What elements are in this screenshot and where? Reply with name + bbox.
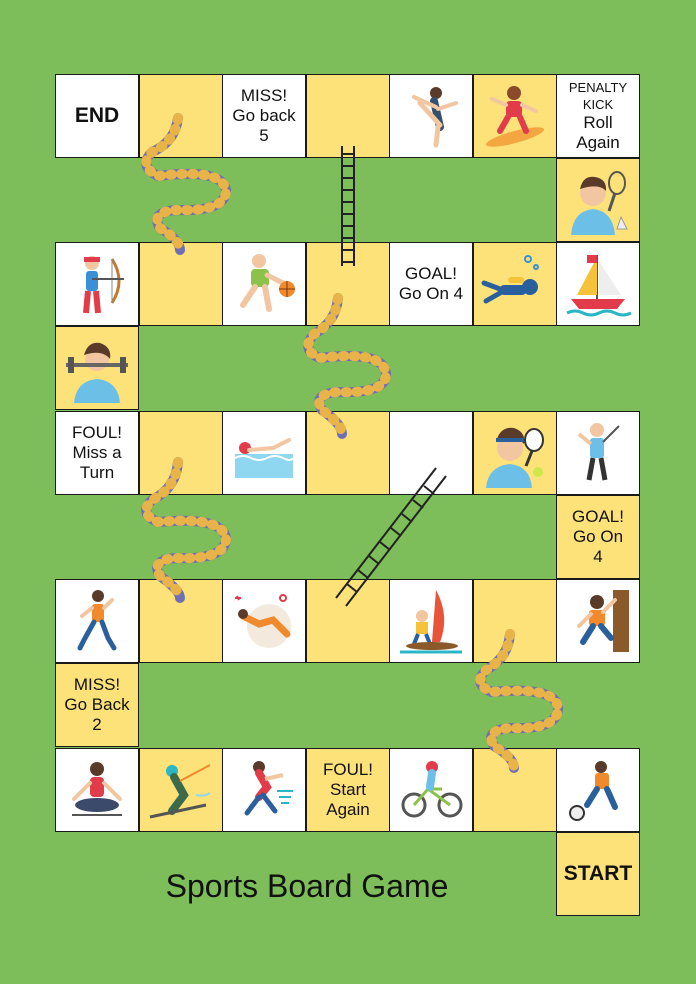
swimmer-square (222, 411, 306, 495)
scuba-square (473, 242, 557, 326)
gymnast-square (389, 74, 473, 158)
golfer-icon (577, 423, 620, 481)
weightlifter-square (55, 326, 139, 410)
board-square (306, 579, 390, 663)
foul-start-again-label: FOUL! Start Again (322, 760, 374, 819)
board-square (139, 579, 223, 663)
archer-icon (83, 256, 124, 314)
hockey-square (222, 748, 306, 832)
archer-square (55, 242, 139, 326)
penalty-kick-square: PENALTY KICK Roll Again (556, 74, 640, 158)
end-square: END (55, 74, 139, 158)
tennis-player-icon (486, 427, 544, 488)
gymnast-icon (412, 87, 458, 148)
yoga-square (55, 748, 139, 832)
foul-miss-a-turn-label: FOUL! Miss a Turn (71, 423, 123, 482)
golf-square (556, 411, 640, 495)
goal-go-on-4-square: GOAL! Go On 4 (389, 242, 473, 326)
board-square (139, 242, 223, 326)
soccer-player-icon (569, 761, 618, 821)
climber-square (556, 579, 640, 663)
basketball-square (222, 242, 306, 326)
skier-square (139, 748, 223, 832)
miss-go-back-5-square: MISS! Go back 5 (222, 74, 306, 158)
badminton-player-icon (571, 171, 628, 235)
board-square (306, 411, 390, 495)
penalty-kick-label: PENALTY KICK (568, 80, 628, 112)
foul-start-again-square: FOUL! Start Again (306, 748, 390, 832)
runner-square (55, 579, 139, 663)
board-square (473, 748, 557, 832)
diver-icon (235, 594, 291, 648)
board-square (389, 411, 473, 495)
sailboat-icon (566, 255, 632, 317)
board-square (139, 411, 223, 495)
miss-go-back-2-label: MISS! Go Back 2 (64, 675, 130, 734)
board-square (306, 242, 390, 326)
board-square (139, 74, 223, 158)
sailboat-square (556, 242, 640, 326)
weightlifter-icon (66, 342, 128, 403)
foul-miss-a-turn-square: FOUL! Miss a Turn (55, 411, 139, 495)
goal-go-on-4-label: GOAL! Go On 4 (572, 507, 624, 566)
runner-icon (77, 590, 117, 651)
miss-go-back-2-square: MISS! Go Back 2 (55, 663, 139, 747)
soccer-square (556, 748, 640, 832)
scuba-diver-icon (481, 255, 539, 304)
badminton-square (556, 158, 640, 242)
windsurfer-icon (400, 590, 462, 654)
surfer-icon (485, 86, 545, 147)
end-label: END (74, 104, 120, 127)
basketball-player-icon (240, 254, 295, 312)
page-title: Sports Board Game (165, 868, 449, 904)
yoga-icon (72, 762, 122, 816)
roll-again-label: Roll Again (576, 113, 620, 152)
climber-icon (577, 590, 629, 652)
goal-go-on-4-square: GOAL! Go On 4 (556, 495, 640, 579)
skier-icon (149, 764, 211, 819)
surfer-square (473, 74, 557, 158)
hockey-skater-icon (244, 761, 293, 816)
tennis-square (473, 411, 557, 495)
windsurfer-square (389, 579, 473, 663)
swimmer-icon (234, 438, 294, 478)
cyclist-icon (401, 761, 463, 818)
goal-go-on-4-label: GOAL! Go On 4 (398, 264, 464, 303)
miss-go-back-5-label: MISS! Go back 5 (232, 86, 296, 145)
diver-square (222, 579, 306, 663)
cyclist-square (389, 748, 473, 832)
board-square (473, 579, 557, 663)
board-square (306, 74, 390, 158)
